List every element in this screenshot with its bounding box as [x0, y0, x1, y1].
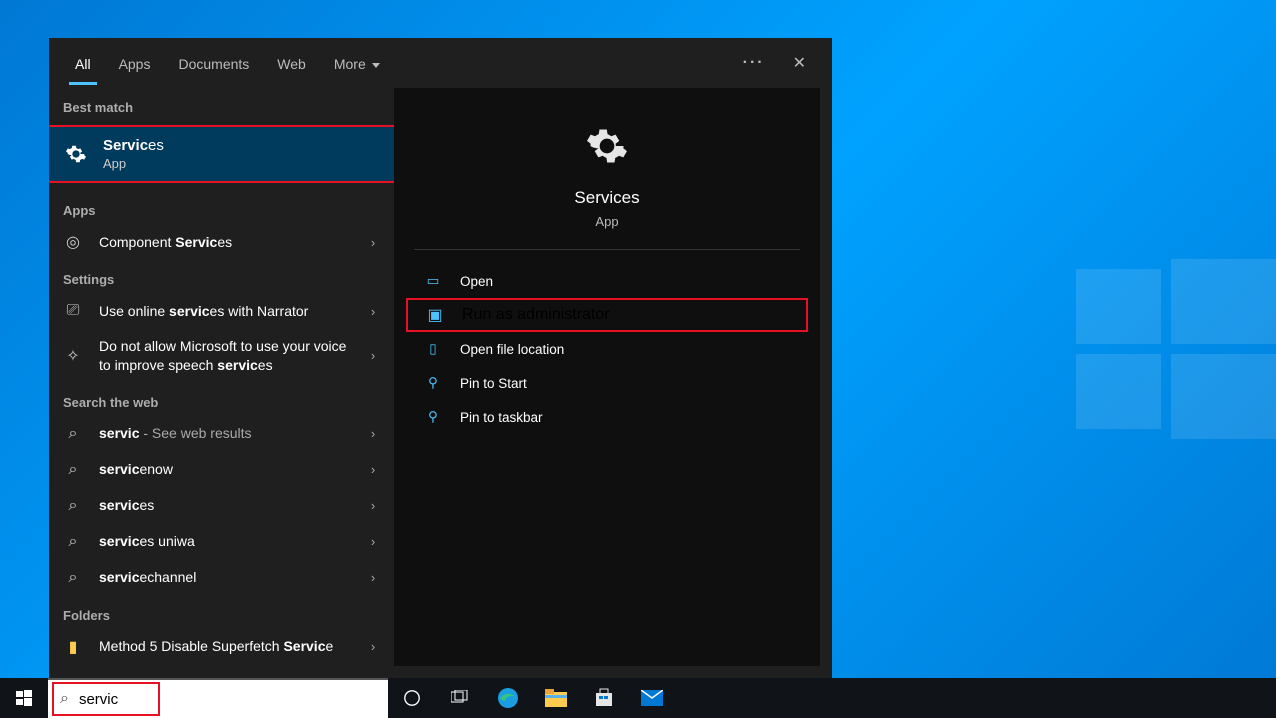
best-match-highlight: Services App: [49, 125, 394, 183]
web-result[interactable]: ⌕ servic - See web results ›: [49, 416, 394, 452]
tab-documents[interactable]: Documents: [164, 41, 263, 85]
desktop-windows-logo: [1076, 259, 1276, 459]
privacy-icon: ✧: [63, 346, 83, 366]
chevron-right-icon: ›: [366, 639, 380, 654]
action-run-admin-highlight[interactable]: ▣ Run as administrator: [406, 298, 808, 332]
action-pin-taskbar[interactable]: ⚲ Pin to taskbar: [394, 400, 820, 434]
chevron-right-icon: ›: [366, 304, 380, 319]
separator: [414, 249, 800, 250]
app-result-text: Component Services: [99, 233, 350, 252]
app-result[interactable]: ◎ Component Services ›: [49, 224, 394, 260]
store-icon[interactable]: [580, 678, 628, 718]
chevron-right-icon: ›: [366, 426, 380, 441]
chevron-right-icon: ›: [366, 498, 380, 513]
shield-icon: ▣: [426, 306, 444, 324]
taskbar-search-box[interactable]: ⌕: [48, 678, 388, 718]
start-search-panel: All Apps Documents Web More ··· ✕ Best m…: [49, 38, 832, 678]
action-label: Open file location: [460, 342, 564, 357]
settings-result[interactable]: ⎚ Use online services with Narrator ›: [49, 293, 394, 329]
section-web: Search the web: [49, 383, 394, 416]
pin-icon: ⚲: [424, 374, 442, 392]
web-result[interactable]: ⌕ services uniwa ›: [49, 524, 394, 560]
search-input[interactable]: [79, 691, 376, 708]
action-label: Pin to taskbar: [460, 410, 543, 425]
search-icon: ⌕: [63, 424, 83, 444]
action-label: Open: [460, 274, 493, 289]
tab-all[interactable]: All: [61, 41, 105, 85]
folder-result[interactable]: ▮ Method 5 Disable Superfetch Service ›: [49, 629, 394, 665]
edge-icon[interactable]: [484, 678, 532, 718]
section-folders: Folders: [49, 596, 394, 629]
web-result-text: servicenow: [99, 460, 350, 479]
pin-icon: ⚲: [424, 408, 442, 426]
chevron-right-icon: ›: [366, 235, 380, 250]
web-result[interactable]: ⌕ services ›: [49, 488, 394, 524]
section-apps: Apps: [49, 191, 394, 224]
start-button[interactable]: [0, 678, 48, 718]
more-options-icon[interactable]: ···: [729, 44, 779, 82]
component-services-icon: ◎: [63, 232, 83, 252]
results-column: Best match Services App Apps ◎ Component…: [49, 88, 394, 678]
folder-open-icon: ▯: [424, 340, 442, 358]
tab-apps[interactable]: Apps: [105, 41, 165, 85]
gear-icon: [583, 122, 631, 170]
search-icon: ⌕: [63, 568, 83, 588]
detail-column: Services App ▭ Open ▣ Run as administrat…: [394, 88, 820, 666]
detail-title: Services: [394, 188, 820, 208]
web-result-text: servicechannel: [99, 568, 350, 587]
search-icon: ⌕: [63, 496, 83, 516]
action-label: Run as administrator: [462, 306, 610, 324]
detail-subtitle: App: [394, 214, 820, 229]
open-icon: ▭: [424, 272, 442, 290]
file-explorer-icon[interactable]: [532, 678, 580, 718]
web-result-text: services: [99, 496, 350, 515]
search-tabs: All Apps Documents Web More ··· ✕: [49, 38, 832, 88]
chevron-right-icon: ›: [366, 348, 380, 363]
cortana-icon[interactable]: [388, 678, 436, 718]
close-icon[interactable]: ✕: [779, 43, 820, 83]
tab-web[interactable]: Web: [263, 41, 320, 85]
chevron-right-icon: ›: [366, 462, 380, 477]
search-icon: ⌕: [63, 460, 83, 480]
settings-result-text: Use online services with Narrator: [99, 302, 350, 321]
settings-result[interactable]: ✧ Do not allow Microsoft to use your voi…: [49, 329, 394, 383]
search-icon: ⌕: [63, 532, 83, 552]
action-pin-start[interactable]: ⚲ Pin to Start: [394, 366, 820, 400]
action-label: Pin to Start: [460, 376, 527, 391]
section-best-match: Best match: [49, 88, 394, 121]
web-result-text: services uniwa: [99, 532, 350, 551]
folder-result-text: Method 5 Disable Superfetch Service: [99, 637, 350, 656]
taskbar: ⌕: [0, 678, 1276, 718]
section-settings: Settings: [49, 260, 394, 293]
settings-result-text: Do not allow Microsoft to use your voice…: [99, 337, 350, 375]
chevron-right-icon: ›: [366, 570, 380, 585]
web-result[interactable]: ⌕ servicenow ›: [49, 452, 394, 488]
chevron-right-icon: ›: [366, 534, 380, 549]
web-result[interactable]: ⌕ servicechannel ›: [49, 560, 394, 596]
action-open-location[interactable]: ▯ Open file location: [394, 332, 820, 366]
task-view-icon[interactable]: [436, 678, 484, 718]
best-match-subtitle: App: [103, 156, 164, 171]
best-match-result[interactable]: Services App: [49, 127, 394, 181]
action-open[interactable]: ▭ Open: [394, 264, 820, 298]
web-result-text: servic - See web results: [99, 424, 350, 443]
mail-icon[interactable]: [628, 678, 676, 718]
folder-icon: ▮: [63, 637, 83, 657]
search-icon: ⌕: [60, 690, 69, 708]
tab-more[interactable]: More: [320, 41, 394, 85]
narrator-icon: ⎚: [63, 301, 83, 321]
best-match-title: Services: [103, 137, 164, 154]
gear-icon: [65, 143, 87, 165]
